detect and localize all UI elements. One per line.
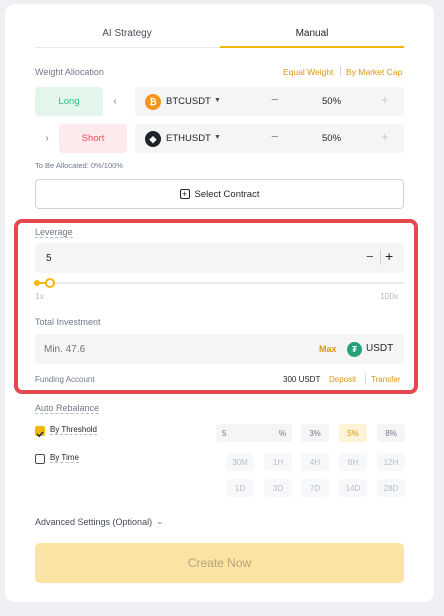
slider-min-label: 1x [35,291,44,301]
leverage-minus-button[interactable]: − [366,249,374,264]
time-option[interactable]: 28D [377,479,405,497]
by-market-cap-link[interactable]: By Market Cap [346,67,402,77]
time-option[interactable]: 7D [301,479,329,497]
time-option[interactable]: 14D [339,479,367,497]
leverage-slider-track[interactable] [35,282,404,284]
threshold-input[interactable]: 5 % [216,424,292,442]
tether-icon: ₮ [347,342,362,357]
advanced-settings-label: Advanced Settings (Optional) [35,516,153,527]
by-time-checkbox[interactable] [35,454,45,464]
leverage-value: 5 [46,253,52,264]
time-option[interactable]: 3D [264,479,292,497]
equal-weight-link[interactable]: Equal Weight [283,67,333,77]
time-option[interactable]: 12H [377,453,405,471]
eth-minus-button[interactable]: − [271,129,279,144]
by-threshold-label[interactable]: By Threshold [50,425,97,435]
stepper-divider [380,250,381,265]
time-option[interactable]: 4H [301,453,329,471]
slider-max-label: 100x [380,291,399,301]
investment-amount-input[interactable] [44,340,244,358]
threshold-option[interactable]: 3% [301,424,329,442]
eth-percent-value[interactable]: 50% [322,133,341,144]
by-threshold-checkbox[interactable] [35,426,45,438]
leverage-plus-button[interactable]: + [385,248,393,264]
caret-down-icon[interactable]: ▼ [214,134,221,141]
btc-minus-button[interactable]: − [271,92,279,107]
to-be-allocated-text: To Be Allocated: 0%/100% [35,161,123,170]
bitcoin-icon: ₿ [145,94,161,110]
currency-label: USDT [366,343,394,354]
threshold-unit: % [278,428,286,438]
threshold-option-active[interactable]: 5% [339,424,367,442]
eth-symbol-select[interactable]: ETHUSDT [166,133,211,144]
leverage-slider-thumb[interactable] [44,278,55,288]
weight-allocation-title: Weight Allocation [35,67,104,77]
time-option[interactable]: 1D [226,479,254,497]
btc-symbol-select[interactable]: BTCUSDT [166,96,211,107]
create-now-button[interactable]: Create Now [35,543,404,583]
time-option[interactable]: 8H [339,453,367,471]
link-divider [365,374,366,385]
eth-plus-button[interactable]: + [381,129,389,144]
plus-box-icon: + [179,189,190,199]
total-investment-title: Total Investment [35,317,101,327]
max-button[interactable]: Max [319,344,337,354]
btc-percent-value[interactable]: 50% [322,96,341,107]
funding-account-value: 300 USDT [283,375,321,384]
chevron-left-icon[interactable]: ‹ [108,87,122,116]
chevron-down-icon: ⌄ [156,516,164,526]
caret-down-icon[interactable]: ▼ [214,97,221,104]
time-option[interactable]: 1H [264,453,292,471]
chevron-right-icon[interactable]: › [40,124,54,153]
btc-plus-button[interactable]: + [381,92,389,107]
deposit-link[interactable]: Deposit [329,375,356,384]
leverage-input[interactable] [35,243,404,273]
auto-rebalance-title: Auto Rebalance [35,403,100,414]
advanced-settings-toggle[interactable]: Advanced Settings (Optional) ⌄ [35,516,164,527]
threshold-input-value: 5 [222,428,227,438]
tab-active-indicator [220,46,404,48]
select-contract-label: Select Contract [194,188,260,200]
threshold-option[interactable]: 8% [377,424,405,442]
time-option[interactable]: 30M [226,453,254,471]
ethereum-icon: ◆ [145,131,161,147]
check-icon [36,431,44,438]
funding-account-label: Funding Account [35,375,95,384]
link-divider [340,66,341,77]
slider-start-dot [34,280,40,286]
select-contract-button[interactable]: + Select Contract [35,179,404,209]
tab-manual[interactable]: Manual [220,18,404,48]
long-side-button[interactable]: Long [35,87,103,116]
tab-ai-strategy[interactable]: AI Strategy [35,18,219,48]
transfer-link[interactable]: Transfer [371,375,401,384]
short-side-button[interactable]: Short [59,124,127,153]
leverage-title: Leverage [35,227,73,238]
by-time-label[interactable]: By Time [50,453,79,463]
